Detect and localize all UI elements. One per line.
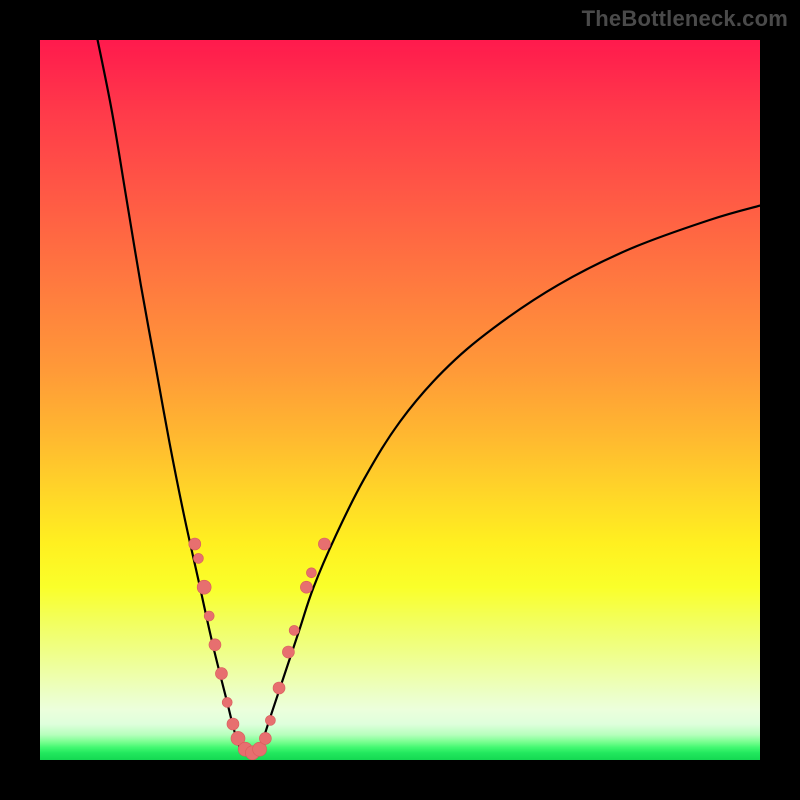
data-marker	[215, 668, 227, 680]
curve-right-curve	[256, 206, 760, 753]
data-marker	[204, 611, 214, 621]
data-marker	[189, 538, 201, 550]
data-marker	[300, 581, 312, 593]
attribution-text: TheBottleneck.com	[582, 6, 788, 32]
data-marker	[318, 538, 330, 550]
data-marker	[265, 715, 275, 725]
chart-plot-area	[40, 40, 760, 760]
data-marker	[227, 718, 239, 730]
data-marker	[222, 697, 232, 707]
data-marker	[193, 553, 203, 563]
data-marker	[273, 682, 285, 694]
data-marker	[306, 568, 316, 578]
data-marker	[259, 732, 271, 744]
data-marker	[289, 625, 299, 635]
chart-svg	[40, 40, 760, 760]
data-marker	[282, 646, 294, 658]
data-marker	[197, 580, 211, 594]
data-marker	[209, 639, 221, 651]
chart-frame: TheBottleneck.com	[0, 0, 800, 800]
